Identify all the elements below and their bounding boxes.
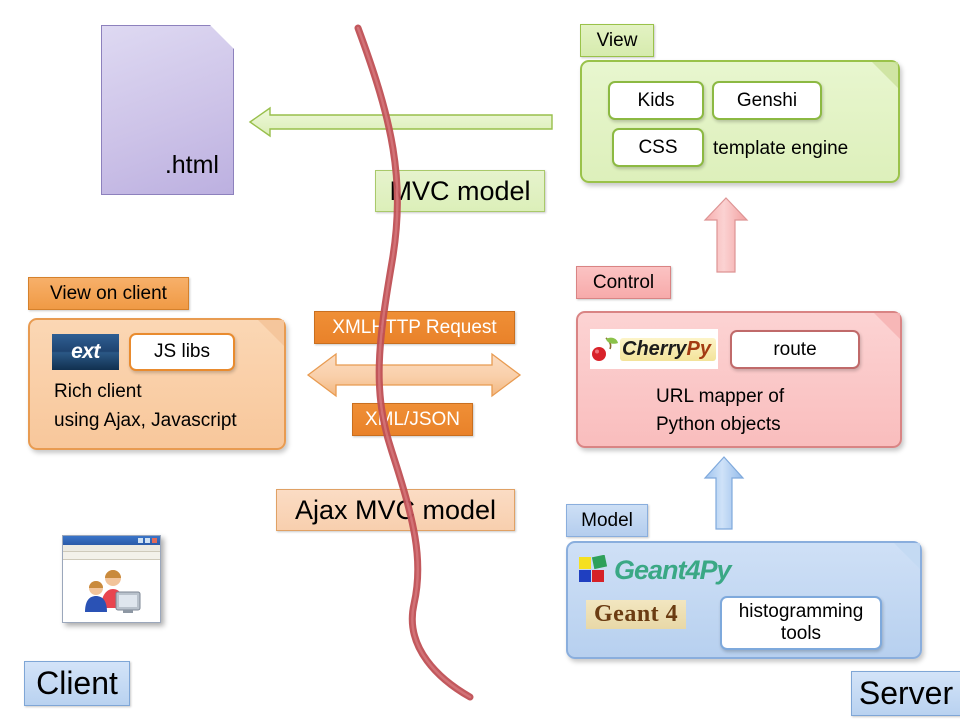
orange-double-arrow — [306, 352, 522, 398]
panel-fold-corner-icon — [874, 313, 900, 339]
view-on-client-description-line2: using Ajax, Javascript — [54, 410, 237, 431]
server-zone-label: Server — [851, 671, 960, 716]
blue-up-arrow — [703, 456, 745, 530]
xmlhttp-request-label: XMLHTTP Request — [314, 311, 515, 344]
control-chip-route[interactable]: route — [730, 330, 860, 369]
diagram-canvas: .html MVC model View Kids Genshi CSS tem… — [0, 0, 960, 720]
model-tag: Model — [566, 504, 648, 537]
geant4py-wordmark: Geant4Py — [614, 554, 732, 585]
control-panel: CherryPy route URL mapper of Python obje… — [576, 311, 902, 448]
browser-titlebar — [63, 536, 160, 545]
control-tag: Control — [576, 266, 671, 299]
browser-viewport — [63, 560, 160, 622]
browser-menubar — [63, 545, 160, 552]
view-panel: Kids Genshi CSS template engine — [580, 60, 900, 183]
red-up-arrow — [703, 197, 749, 273]
ext-logo: ext — [52, 334, 119, 370]
users-and-computer-icon — [85, 570, 141, 613]
cherrypy-logo: CherryPy — [590, 329, 718, 369]
view-tag: View — [580, 24, 654, 57]
view-on-client-tag: View on client — [28, 277, 189, 310]
control-description-line2: Python objects — [656, 414, 781, 435]
control-description-line1: URL mapper of — [656, 386, 785, 407]
geant4-squares-icon — [579, 555, 608, 582]
cherrypy-wordmark: CherryPy — [620, 337, 716, 361]
mvc-model-label: MVC model — [375, 170, 545, 212]
html-document-shape: .html — [101, 25, 234, 195]
html-document-label: .html — [164, 151, 219, 179]
view-chip-kids[interactable]: Kids — [608, 81, 704, 120]
panel-fold-corner-icon — [894, 543, 920, 569]
green-left-arrow — [248, 106, 553, 138]
xml-json-label: XML/JSON — [352, 403, 473, 436]
panel-fold-corner-icon — [258, 320, 284, 346]
model-chip-histogramming-tools[interactable]: histogramming tools — [720, 596, 882, 650]
panel-fold-corner-icon — [872, 62, 898, 88]
view-chip-css[interactable]: CSS — [612, 128, 704, 167]
cherry-fruit-icon — [592, 337, 618, 361]
js-libs-chip[interactable]: JS libs — [129, 333, 235, 371]
client-zone-label: Client — [24, 661, 130, 706]
view-chip-genshi[interactable]: Genshi — [712, 81, 822, 120]
view-template-engine-caption: template engine — [713, 138, 849, 159]
browser-toolbar — [63, 552, 160, 560]
geant4py-logo: Geant4Py — [578, 553, 732, 587]
window-controls-icon — [138, 538, 157, 543]
ajax-mvc-model-label: Ajax MVC model — [276, 489, 515, 531]
geant4-wordmark: Geant 4 — [586, 600, 687, 629]
view-on-client-description-line1: Rich client — [54, 381, 142, 402]
view-on-client-panel: ext JS libs Rich client using Ajax, Java… — [28, 318, 286, 450]
model-panel: Geant4Py Geant 4 histogramming tools — [566, 541, 922, 659]
client-browser-screenshot — [62, 535, 161, 623]
